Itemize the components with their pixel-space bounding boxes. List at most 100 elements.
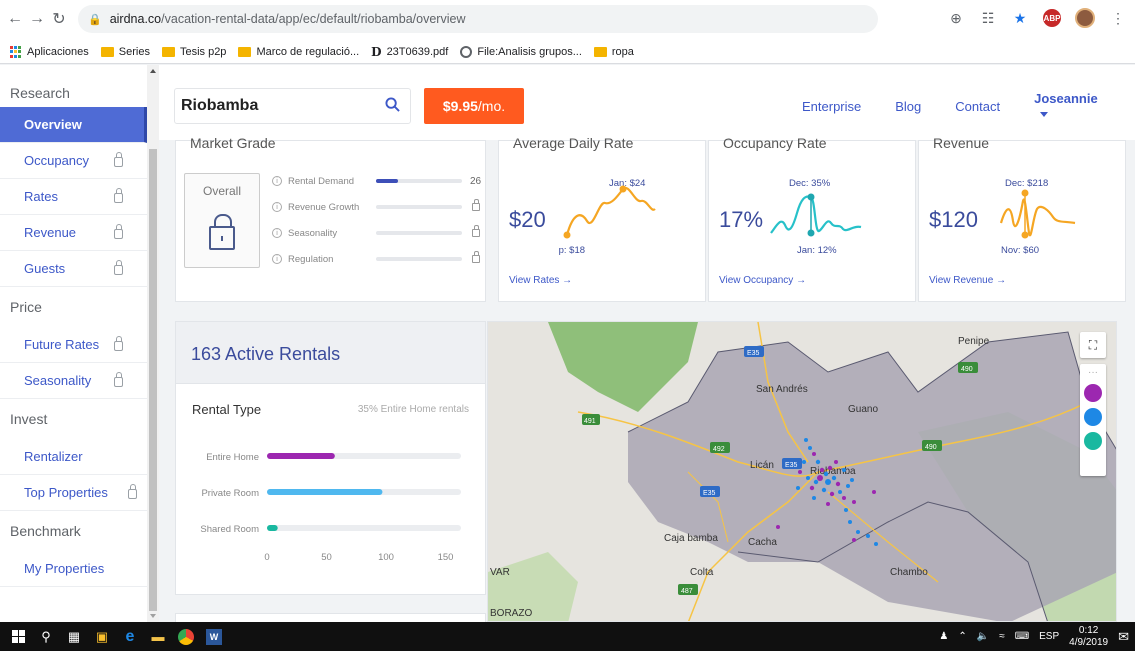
category-label: Shared Room (200, 524, 259, 535)
info-icon[interactable]: i (272, 228, 282, 238)
map-canvas[interactable]: E35 490 491 492 E35 490 E35 487 Penipe S… (488, 322, 1117, 622)
svg-text:491: 491 (584, 418, 596, 425)
svg-text:Caja bamba: Caja bamba (664, 533, 718, 544)
sidebar-item-occupancy[interactable]: Occupancy (0, 143, 147, 179)
lock-icon (472, 199, 480, 211)
search-icon[interactable]: ⚲ (32, 622, 60, 651)
bookmark-ropa[interactable]: ropa (593, 46, 634, 58)
store-icon[interactable]: ▣ (88, 622, 116, 651)
grade-row-seasonality: i Seasonality (272, 225, 482, 241)
search-input[interactable]: Riobamba (174, 88, 411, 124)
search-icon[interactable] (385, 97, 400, 112)
lock-icon (114, 336, 123, 351)
chevron-down-icon (1040, 112, 1049, 118)
menu-dots-icon[interactable]: ⋮ (1109, 9, 1127, 27)
add-icon[interactable]: ⊕ (947, 9, 965, 27)
info-icon[interactable]: i (272, 176, 282, 186)
high-point-marker (807, 193, 815, 201)
view-rates-link[interactable]: View Rates → (509, 275, 572, 286)
edge-icon[interactable]: e (116, 622, 144, 651)
nav-enterprise[interactable]: Enterprise (802, 99, 861, 114)
bookmark-apps[interactable]: Aplicaciones (10, 46, 89, 58)
adblock-icon[interactable]: ABP (1043, 9, 1061, 27)
lock-icon (128, 484, 137, 499)
sidebar-item-my-properties[interactable]: My Properties (0, 551, 147, 587)
subscribe-price-button[interactable]: $9.95/mo. (424, 88, 524, 124)
rental-type-note: 35% Entire Home rentals (357, 404, 469, 415)
entire-home-filter-icon[interactable] (1084, 384, 1102, 402)
sidebar-item-rentalizer[interactable]: Rentalizer (0, 439, 147, 475)
folder-icon (161, 47, 175, 57)
svg-text:Penipe: Penipe (958, 336, 990, 347)
clock[interactable]: 0:12 4/9/2019 (1069, 625, 1108, 649)
rentals-map[interactable]: E35 490 491 492 E35 490 E35 487 Penipe S… (487, 321, 1117, 622)
bar-entire-home[interactable] (267, 453, 335, 459)
nav-blog[interactable]: Blog (895, 99, 921, 114)
svg-text:Dec: 35%: Dec: 35% (789, 178, 831, 189)
route-shield-e35-top: E35 (744, 346, 764, 357)
sidebar-item-rates[interactable]: Rates (0, 179, 147, 215)
people-icon[interactable]: ♟ (939, 631, 948, 642)
sidebar-item-future-rates[interactable]: Future Rates (0, 327, 147, 363)
bookmark-marco[interactable]: Marco de regulació... (238, 46, 359, 58)
scroll-up-arrow[interactable] (150, 69, 156, 73)
bookmark-pdf[interactable]: D 23T0639.pdf (371, 45, 448, 59)
svg-text:E35: E35 (703, 490, 716, 497)
file-explorer-icon[interactable]: ▬ (144, 622, 172, 651)
sidebar-item-seasonality[interactable]: Seasonality (0, 363, 147, 399)
wifi-icon[interactable]: ≈ (999, 631, 1005, 642)
volume-icon[interactable]: 🔈 (977, 631, 989, 642)
private-room-filter-icon[interactable] (1084, 408, 1102, 426)
word-icon[interactable]: W (200, 622, 228, 651)
lock-icon (209, 214, 235, 250)
sidebar-scrollbar[interactable] (147, 65, 159, 622)
lock-icon (472, 225, 480, 237)
bookmark-file[interactable]: File:Analisis grupos... (460, 46, 582, 58)
user-menu[interactable]: Joseannie (1034, 91, 1135, 121)
shared-room-filter-icon[interactable] (1084, 432, 1102, 450)
sidebar-item-revenue[interactable]: Revenue (0, 215, 147, 251)
high-point-marker (1021, 189, 1029, 197)
bar-shared-room[interactable] (267, 525, 278, 531)
svg-text:Sep: $18: Sep: $18 (559, 245, 585, 256)
translate-icon[interactable]: ☷ (979, 9, 997, 27)
sidebar-item-guests[interactable]: Guests (0, 251, 147, 287)
more-dots-icon[interactable]: ··· (1080, 368, 1106, 378)
windows-start-icon[interactable] (4, 622, 32, 651)
route-shield-e35-low: E35 (700, 486, 720, 497)
view-occupancy-link[interactable]: View Occupancy → (719, 275, 806, 286)
back-icon[interactable]: ← (4, 8, 26, 30)
category-label: Entire Home (206, 452, 259, 463)
bookmark-tesis[interactable]: Tesis p2p (161, 46, 226, 58)
metric-title: Occupancy Rate (723, 135, 827, 151)
info-icon[interactable]: i (272, 202, 282, 212)
forward-icon[interactable]: → (26, 8, 48, 30)
tray-chevron-icon[interactable]: ⌃ (958, 631, 966, 642)
bar-private-room[interactable] (267, 489, 383, 495)
scroll-down-arrow[interactable] (150, 614, 156, 618)
view-revenue-link[interactable]: View Revenue → (929, 275, 1006, 286)
bookmark-star-icon[interactable]: ★ (1011, 9, 1029, 27)
task-view-icon[interactable]: ▦ (60, 622, 88, 651)
language-indicator[interactable]: ESP (1039, 631, 1059, 642)
fullscreen-icon[interactable]: ⛶ (1080, 332, 1106, 358)
sidebar-item-overview[interactable]: Overview (0, 107, 147, 143)
address-bar[interactable]: 🔒 airdna.co/vacation-rental-data/app/ec/… (78, 5, 878, 33)
rental-type-chart: Entire Home Private Room Shared Room 0 50 100… (200, 452, 461, 563)
info-icon[interactable]: i (272, 254, 282, 264)
lock-icon (114, 224, 123, 239)
bookmark-series[interactable]: Series (100, 46, 150, 58)
sidebar-item-top-properties[interactable]: Top Properties (0, 475, 147, 511)
notifications-icon[interactable]: ✉ (1118, 629, 1129, 645)
route-shield-490-right: 490 (922, 440, 942, 451)
reload-icon[interactable]: ↻ (48, 8, 70, 30)
metric-title: Revenue (933, 135, 990, 151)
scroll-thumb[interactable] (149, 149, 157, 611)
svg-text:Licán: Licán (750, 460, 774, 471)
profile-avatar[interactable] (1075, 8, 1095, 28)
chrome-icon[interactable] (172, 622, 200, 651)
map-controls: ⛶ ··· (1080, 332, 1106, 476)
keyboard-icon[interactable]: ⌨ (1015, 631, 1029, 642)
occupancy-rate-card: Occupancy Rate 17% Dec: 35% Jan: 12% Vie… (708, 135, 916, 302)
nav-contact[interactable]: Contact (955, 99, 1000, 114)
